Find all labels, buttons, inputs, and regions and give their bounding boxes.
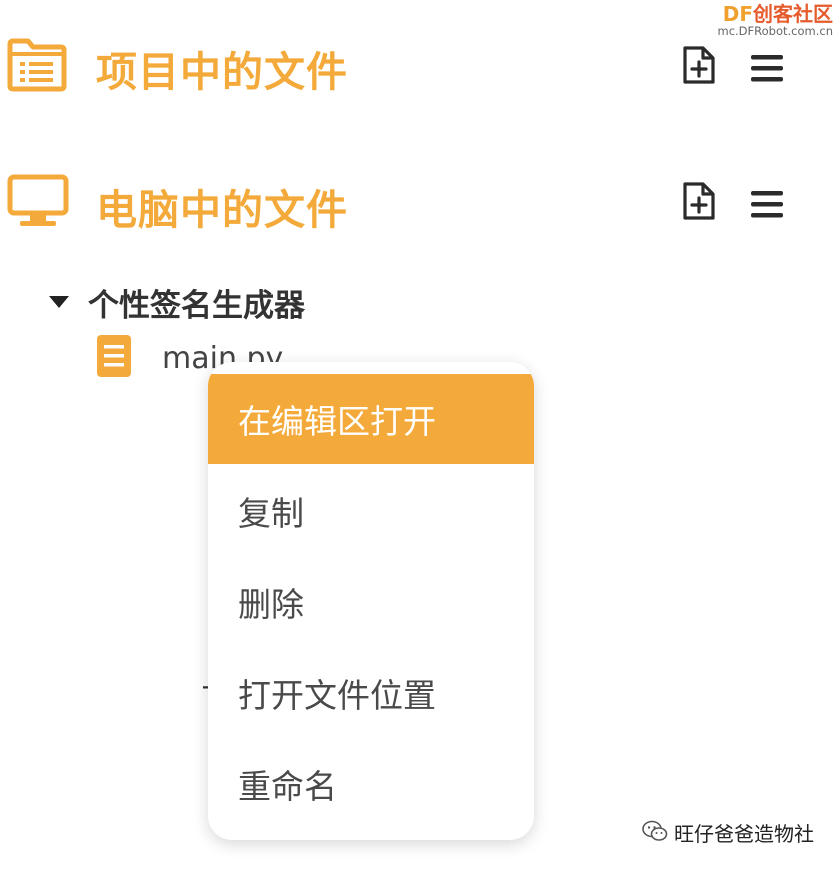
project-new-file-button[interactable] (679, 46, 719, 88)
new-file-icon (680, 44, 718, 90)
menu-item-delete[interactable]: 删除 (208, 557, 534, 647)
wechat-account-name: 旺仔爸爸造物社 (674, 822, 814, 846)
watermark-brand-name: 创客社区 (753, 2, 833, 26)
project-files-title: 项目中的文件 (96, 48, 348, 96)
folder-list-icon (6, 38, 68, 96)
menu-item-open-in-editor[interactable]: 在编辑区打开 (208, 374, 534, 464)
computer-files-title: 电脑中的文件 (96, 186, 348, 234)
computer-files-header: 电脑中的文件 (0, 160, 839, 240)
menu-item-open-file-location[interactable]: 打开文件位置 (208, 648, 534, 738)
wechat-watermark: 旺仔爸爸造物社 (642, 818, 814, 847)
document-icon (96, 334, 132, 382)
caret-down-icon[interactable] (44, 295, 74, 309)
project-menu-button[interactable] (747, 49, 787, 91)
project-files-header: 项目中的文件 (0, 24, 839, 104)
hamburger-menu-icon (750, 52, 784, 88)
new-file-icon (680, 180, 718, 226)
computer-new-file-button[interactable] (679, 182, 719, 224)
menu-item-rename[interactable]: 重命名 (208, 739, 534, 829)
wechat-icon (642, 820, 668, 846)
hamburger-menu-icon (750, 188, 784, 224)
watermark-df: DF (722, 2, 753, 26)
computer-menu-button[interactable] (747, 185, 787, 227)
context-menu: 在编辑区打开 复制 删除 打开文件位置 重命名 (208, 362, 534, 840)
watermark-brand: DF创客社区 (718, 2, 833, 26)
tree-folder-item[interactable]: 个性签名生成器 (44, 282, 305, 324)
menu-item-copy[interactable]: 复制 (208, 466, 534, 556)
tree-folder-label: 个性签名生成器 (88, 287, 305, 324)
monitor-icon (6, 173, 70, 233)
